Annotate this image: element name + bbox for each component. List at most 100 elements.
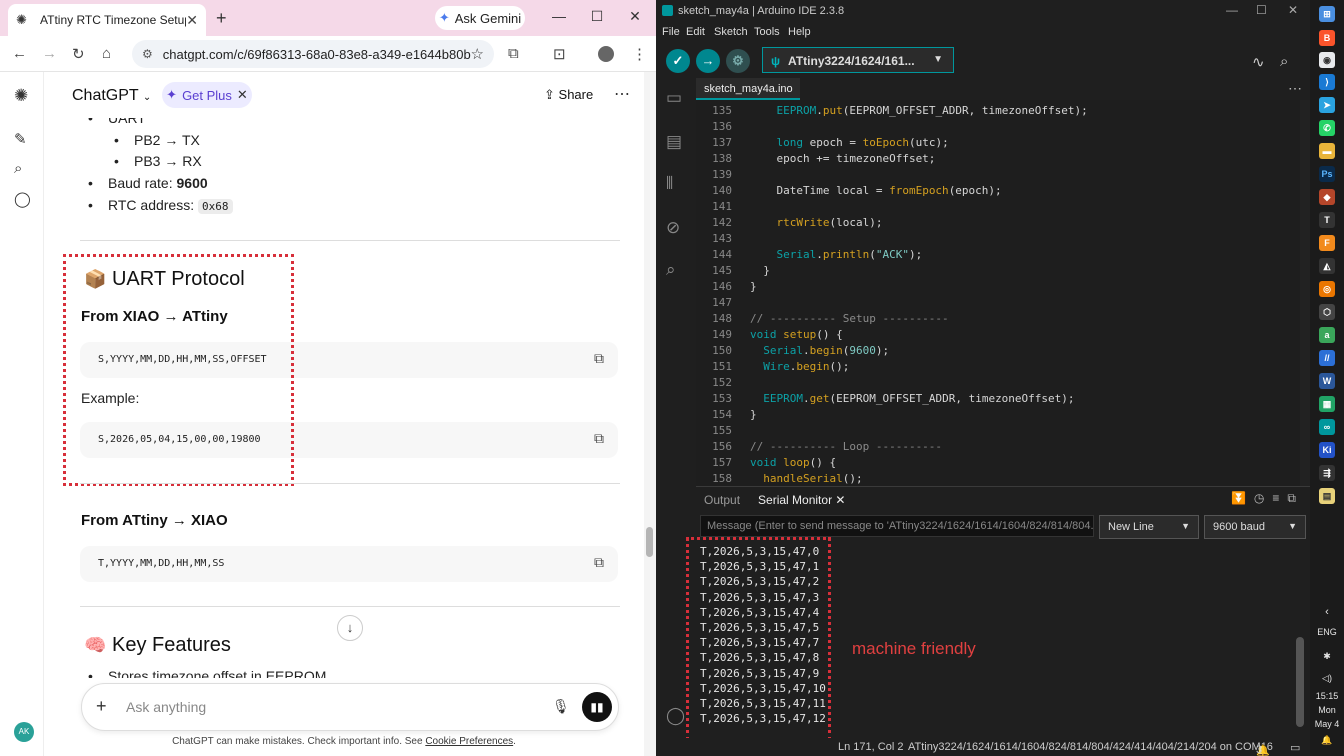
app-icon[interactable]: F <box>1319 235 1335 251</box>
chrome-icon[interactable]: ◉ <box>1319 52 1335 68</box>
clock-day[interactable]: Mon <box>1310 704 1344 716</box>
serial-scrollbar[interactable] <box>1296 637 1304 727</box>
board-selector[interactable]: ψ ATtiny3224/1624/161... ▼ <box>762 47 954 73</box>
maximize-button[interactable]: ☐ <box>1256 3 1267 17</box>
extensions-icon[interactable]: ⧉ <box>508 45 519 62</box>
more-options-icon[interactable]: ⋯ <box>614 84 630 104</box>
autoscroll-icon[interactable]: ⏬ <box>1231 491 1246 505</box>
copy-icon[interactable]: ⧉ <box>594 431 604 447</box>
timestamp-icon[interactable]: ◷ <box>1254 491 1264 505</box>
close-icon[interactable]: ✕ <box>835 493 845 507</box>
app-icon[interactable]: // <box>1319 350 1335 366</box>
sketchbook-icon[interactable]: ▭ <box>666 88 682 108</box>
new-tab-button[interactable]: + <box>216 8 227 29</box>
sheets-icon[interactable]: ▦ <box>1319 396 1335 412</box>
vscode-icon[interactable]: ⟩ <box>1319 74 1335 90</box>
copy-icon[interactable]: ⧉ <box>594 555 604 571</box>
app-icon[interactable]: ◭ <box>1319 258 1335 274</box>
microphone-icon[interactable]: 🎙 <box>552 698 570 715</box>
address-bar[interactable]: ⚙ chatgpt.com/c/69f86313-68a0-83e8-a349-… <box>132 40 494 68</box>
menu-file[interactable]: File <box>662 26 680 38</box>
tab-sketch-file[interactable]: sketch_may4a.ino <box>696 78 800 100</box>
new-chat-icon[interactable]: ✎ <box>14 130 27 148</box>
search-icon[interactable]: ⌕ <box>14 160 22 177</box>
minimize-button[interactable]: — <box>540 8 578 25</box>
app-icon[interactable]: a <box>1319 327 1335 343</box>
language-indicator[interactable]: ENG <box>1310 626 1344 638</box>
file-explorer-icon[interactable]: ▬ <box>1319 143 1335 159</box>
tab-output[interactable]: Output <box>704 493 740 507</box>
bluetooth-icon[interactable]: ✱ <box>1310 650 1344 662</box>
more-tabs-icon[interactable]: ⋯ <box>1288 80 1302 97</box>
home-icon[interactable]: ⌂ <box>102 45 111 62</box>
site-info-icon[interactable]: ⚙ <box>142 47 153 61</box>
chrome-menu-icon[interactable]: ⋮ <box>632 45 647 63</box>
panel-toggle-icon[interactable]: ▭ <box>1290 741 1300 754</box>
arduino-icon[interactable]: ∞ <box>1319 419 1335 435</box>
notification-bell-icon[interactable]: 🔔 <box>1310 734 1344 746</box>
close-tab-icon[interactable]: ✕ <box>186 12 198 29</box>
reload-icon[interactable]: ↻ <box>72 45 85 63</box>
menu-tools[interactable]: Tools <box>754 26 780 38</box>
brave-icon[interactable]: B <box>1319 30 1335 46</box>
openai-logo-icon[interactable]: ✺ <box>14 86 28 106</box>
bookmark-star-icon[interactable]: ☆ <box>471 45 484 63</box>
copy-icon[interactable]: ⧉ <box>1287 491 1296 505</box>
library-manager-icon[interactable]: ⫴ <box>666 174 673 194</box>
clear-output-icon[interactable]: ≡ <box>1272 491 1279 505</box>
model-selector[interactable]: ChatGPT ⌄ <box>72 87 151 105</box>
chat-bubble-icon[interactable]: ◯ <box>14 190 31 208</box>
browser-tab[interactable]: ✺ ATtiny RTC Timezone Setup ✕ <box>8 4 206 36</box>
serial-monitor-icon[interactable]: ⌕ <box>1280 53 1288 70</box>
kicad-icon[interactable]: Ki <box>1319 442 1335 458</box>
code-editor[interactable]: 135 EEPROM.put(EEPROM_OFFSET_ADDR, timez… <box>696 100 1310 486</box>
blender-icon[interactable]: ◎ <box>1319 281 1335 297</box>
baud-select[interactable]: 9600 baud ▼ <box>1204 515 1306 539</box>
cast-icon[interactable]: ⊡ <box>553 45 566 63</box>
start-icon[interactable]: ⊞ <box>1319 6 1335 22</box>
app-icon[interactable]: ◆ <box>1319 189 1335 205</box>
telegram-icon[interactable]: ➤ <box>1319 97 1335 113</box>
page-scrollbar[interactable] <box>644 72 656 756</box>
app-icon[interactable]: ⬡ <box>1319 304 1335 320</box>
menu-edit[interactable]: Edit <box>686 26 705 38</box>
user-avatar[interactable]: AK <box>14 722 34 742</box>
chevron-up-icon[interactable]: ‹ <box>1310 606 1344 618</box>
back-icon[interactable]: ← <box>12 45 27 62</box>
menu-sketch[interactable]: Sketch <box>714 26 748 38</box>
maximize-button[interactable]: ☐ <box>578 8 616 25</box>
scroll-down-button[interactable]: ↓ <box>337 615 363 641</box>
voice-mode-icon[interactable]: ▮▮ <box>582 692 612 722</box>
ask-gemini-button[interactable]: ✦ Ask Gemini <box>435 6 525 30</box>
profile-avatar[interactable] <box>598 46 614 62</box>
close-icon[interactable]: ✕ <box>237 87 248 103</box>
serial-message-input[interactable]: Message (Enter to send message to 'ATtin… <box>700 515 1094 537</box>
copy-icon[interactable]: ⧉ <box>594 351 604 367</box>
close-window-button[interactable]: ✕ <box>616 8 654 25</box>
get-plus-button[interactable]: ✦ Get Plus ✕ <box>162 82 252 108</box>
word-icon[interactable]: W <box>1319 373 1335 389</box>
forward-icon[interactable]: → <box>42 45 57 62</box>
scrollbar-thumb[interactable] <box>646 527 653 557</box>
account-icon[interactable]: ◯ <box>666 706 685 726</box>
prompt-input[interactable]: + Ask anything 🎙 ▮▮ <box>81 683 619 731</box>
plus-icon[interactable]: + <box>96 696 107 717</box>
app-icon[interactable]: ⇶ <box>1319 465 1335 481</box>
minimize-button[interactable]: — <box>1226 3 1238 17</box>
upload-icon[interactable]: → <box>696 49 720 73</box>
clock-date[interactable]: May 4 <box>1310 718 1344 730</box>
volume-icon[interactable]: ◁) <box>1310 672 1344 684</box>
line-ending-select[interactable]: New Line ▼ <box>1099 515 1199 539</box>
close-window-button[interactable]: ✕ <box>1288 3 1298 17</box>
serial-plotter-icon[interactable]: ∿ <box>1252 53 1265 71</box>
boards-manager-icon[interactable]: ▤ <box>666 132 682 152</box>
cookie-preferences-link[interactable]: Cookie Preferences <box>425 736 513 747</box>
app-icon[interactable]: T <box>1319 212 1335 228</box>
tab-serial-monitor[interactable]: Serial Monitor ✕ <box>758 493 845 507</box>
photoshop-icon[interactable]: Ps <box>1319 166 1335 182</box>
search-icon[interactable]: ⌕ <box>666 260 676 280</box>
app-icon[interactable]: ▤ <box>1319 488 1335 504</box>
editor-scrollbar[interactable] <box>1300 100 1310 486</box>
clock-time[interactable]: 15:15 <box>1310 690 1344 702</box>
verify-icon[interactable]: ✓ <box>666 49 690 73</box>
